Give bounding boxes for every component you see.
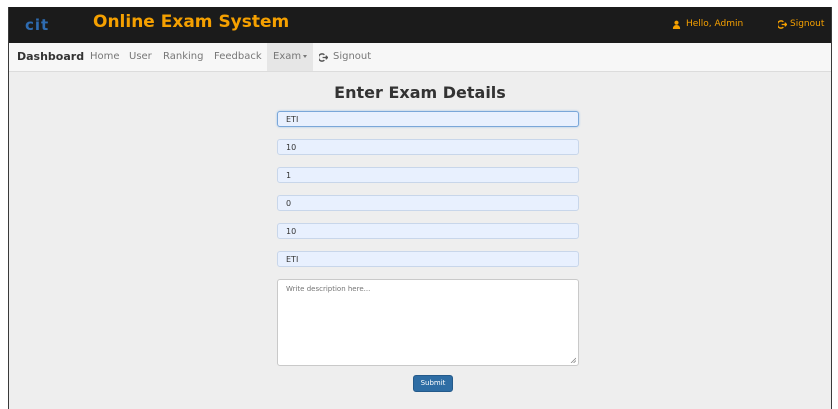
page-title: Enter Exam Details: [334, 83, 506, 102]
nav-item-user[interactable]: User: [129, 43, 152, 71]
logo-text: cit: [25, 16, 50, 34]
header-signout-label: Signout: [790, 19, 825, 29]
nav-item-feedback[interactable]: Feedback: [214, 43, 262, 71]
greeting-text: Hello, Admin: [686, 19, 744, 29]
site-logo: cit: [25, 16, 49, 34]
description-textarea[interactable]: [277, 279, 579, 366]
user-icon: [672, 20, 681, 29]
chevron-down-icon: [303, 54, 308, 58]
user-greeting[interactable]: Hello, Admin: [672, 19, 743, 29]
site-title: Online Exam System: [93, 12, 290, 32]
nav-item-ranking[interactable]: Ranking: [163, 43, 203, 71]
time-limit-input[interactable]: 10: [277, 223, 579, 239]
nav-item-home[interactable]: Home: [90, 43, 120, 71]
nav-item-signout[interactable]: Signout: [319, 43, 371, 71]
marks-wrong-input[interactable]: 0: [277, 195, 579, 211]
tag-input[interactable]: ETI: [277, 251, 579, 267]
header-signout-link[interactable]: Signout: [778, 19, 824, 29]
nav-exam-label: Exam: [273, 51, 302, 62]
signout-icon: [778, 19, 787, 29]
exam-name-input[interactable]: ETI: [277, 111, 579, 127]
nav-signout-label: Signout: [333, 51, 372, 62]
resize-grip-icon[interactable]: [570, 357, 576, 363]
nav-brand-dashboard[interactable]: Dashboard: [17, 43, 84, 71]
marks-right-input[interactable]: 1: [277, 167, 579, 183]
submit-button[interactable]: Submit: [413, 375, 453, 392]
top-header: cit Online Exam System Hello, Admin Sign…: [9, 7, 831, 43]
browser-frame: cit Online Exam System Hello, Admin Sign…: [8, 7, 832, 409]
nav-exam-dropdown[interactable]: Exam: [267, 43, 314, 71]
signout-icon: [319, 52, 328, 62]
nav-bar: Dashboard Home User Ranking Feedback Exa…: [9, 43, 831, 72]
total-questions-input[interactable]: 10: [277, 139, 579, 155]
